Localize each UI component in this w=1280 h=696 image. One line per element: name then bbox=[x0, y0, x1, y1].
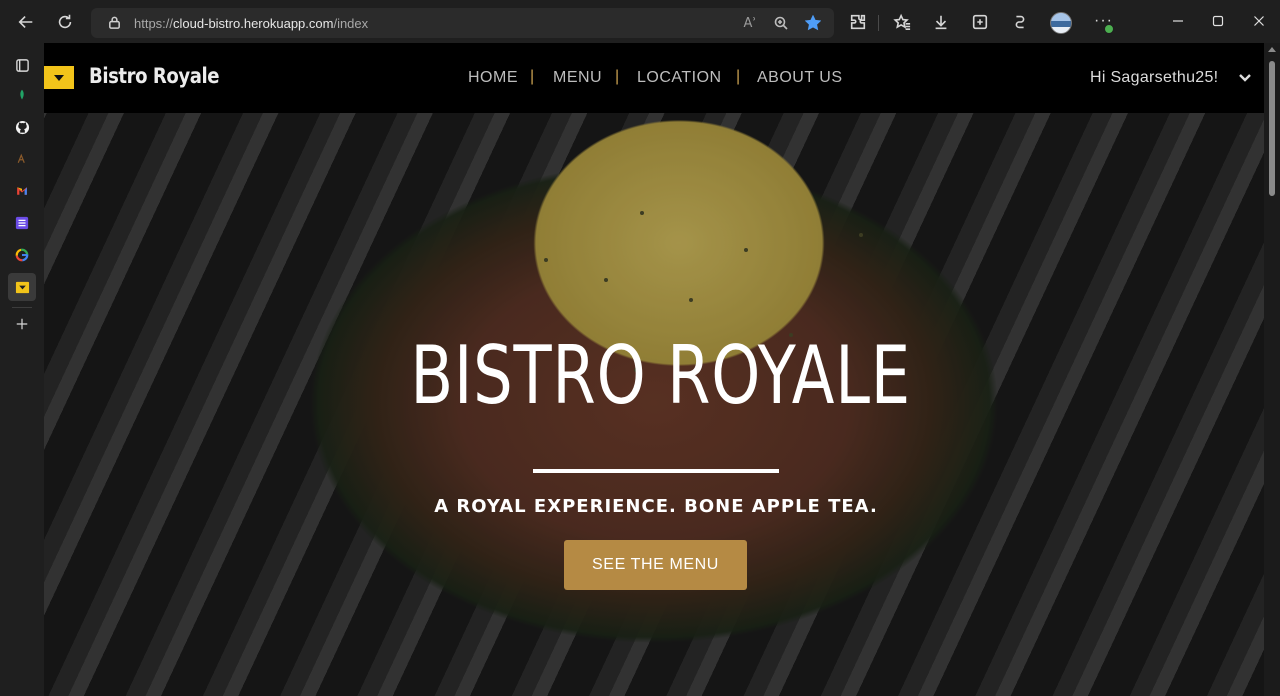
read-aloud-icon[interactable]: Aʾ bbox=[741, 14, 759, 32]
scroll-up-arrow-icon[interactable] bbox=[1268, 47, 1276, 52]
google-icon[interactable] bbox=[11, 244, 33, 266]
see-menu-button[interactable]: SEE THE MENU bbox=[564, 540, 747, 590]
page-viewport: Bistro Royale HOME | MENU | LOCATION | A… bbox=[44, 43, 1280, 696]
gmail-icon[interactable] bbox=[11, 180, 33, 202]
favorites-icon[interactable] bbox=[888, 8, 916, 36]
url-path: /index bbox=[333, 16, 369, 31]
url-text[interactable]: https://cloud-bistro.herokuapp.com/index bbox=[134, 16, 368, 31]
minimize-icon[interactable] bbox=[1167, 10, 1189, 32]
sidebar-divider bbox=[12, 307, 32, 308]
nav-separator: | bbox=[530, 68, 535, 85]
nav-separator: | bbox=[615, 68, 620, 85]
browser-toolbar: https://cloud-bistro.herokuapp.com/index… bbox=[0, 0, 1280, 43]
bistro-tab-icon[interactable] bbox=[8, 273, 36, 301]
bistro-logo-icon[interactable] bbox=[44, 66, 74, 89]
chevron-down-icon[interactable] bbox=[1237, 70, 1253, 91]
close-window-icon[interactable] bbox=[1248, 10, 1270, 32]
tabs-icon[interactable] bbox=[11, 54, 33, 76]
refresh-icon[interactable] bbox=[51, 8, 79, 36]
site-navbar: Bistro Royale HOME | MENU | LOCATION | A… bbox=[44, 43, 1264, 113]
nav-menu-link[interactable]: MENU bbox=[553, 69, 602, 87]
nav-location-link[interactable]: LOCATION bbox=[637, 69, 722, 87]
scrollbar[interactable] bbox=[1264, 43, 1280, 696]
nav-separator: | bbox=[736, 68, 741, 85]
zoom-icon[interactable] bbox=[772, 14, 790, 32]
user-greeting[interactable]: Hi Sagarsethu25! bbox=[1090, 69, 1218, 87]
nav-home-link[interactable]: HOME bbox=[468, 69, 518, 87]
list-icon[interactable] bbox=[11, 212, 33, 234]
hero-tagline: A ROYAL EXPERIENCE. BONE APPLE TEA. bbox=[434, 496, 878, 517]
address-bar[interactable]: https://cloud-bistro.herokuapp.com/index… bbox=[91, 8, 834, 38]
update-badge-icon bbox=[1104, 24, 1114, 34]
screenshot-icon[interactable] bbox=[966, 8, 994, 36]
lock-icon[interactable] bbox=[107, 15, 122, 35]
app-icon[interactable] bbox=[11, 148, 33, 170]
maximize-icon[interactable] bbox=[1207, 10, 1229, 32]
downloads-icon[interactable] bbox=[927, 8, 955, 36]
nav-about-link[interactable]: ABOUT US bbox=[757, 69, 843, 87]
github-icon[interactable] bbox=[11, 116, 33, 138]
favorite-star-icon[interactable] bbox=[804, 14, 822, 32]
profile-avatar[interactable] bbox=[1050, 12, 1072, 34]
copilot-icon[interactable] bbox=[1006, 8, 1034, 36]
toolbar-divider bbox=[878, 15, 879, 31]
scrollbar-thumb[interactable] bbox=[1269, 61, 1275, 196]
add-icon[interactable] bbox=[11, 313, 33, 335]
extensions-icon[interactable] bbox=[844, 8, 872, 36]
hero-title: BISTRO ROYALE bbox=[410, 329, 911, 422]
brand-name[interactable]: Bistro Royale bbox=[89, 64, 220, 88]
back-icon[interactable] bbox=[12, 8, 40, 36]
hero-divider bbox=[533, 469, 779, 473]
browser-sidebar bbox=[0, 43, 44, 696]
leaf-icon[interactable] bbox=[11, 84, 33, 106]
url-prefix: https:// bbox=[134, 16, 174, 31]
url-host: cloud-bistro.herokuapp.com bbox=[173, 16, 334, 31]
